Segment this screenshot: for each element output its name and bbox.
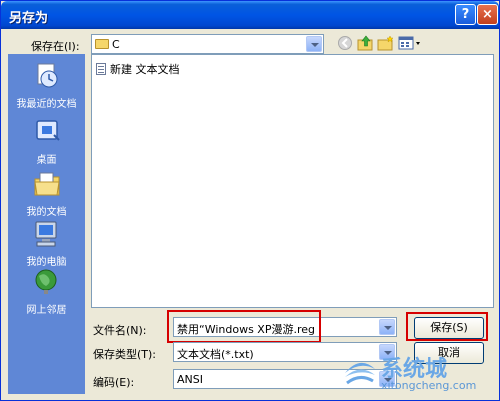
my-computer-icon — [35, 221, 56, 247]
network-icon — [35, 269, 56, 294]
place-label: 我的文档 — [26, 207, 67, 218]
place-desktop[interactable]: 桌面 — [8, 118, 85, 166]
save-in-combo[interactable]: C — [91, 34, 324, 54]
back-icon[interactable] — [337, 35, 355, 51]
filename-label: 文件名(N): — [93, 324, 147, 337]
place-label: 网上邻居 — [26, 305, 67, 316]
place-recent-documents[interactable]: 我最近的文档 — [8, 62, 85, 110]
encoding-value: ANSI — [177, 373, 203, 386]
place-label: 我最近的文档 — [16, 99, 77, 110]
dialog-title: 另存为 — [9, 11, 49, 26]
desktop-icon — [35, 120, 60, 141]
help-button[interactable]: ? — [455, 4, 476, 25]
place-my-computer[interactable]: 我的电脑 — [8, 220, 85, 268]
title-bar[interactable]: 另存为 ? × — [1, 1, 499, 29]
place-network[interactable]: 网上邻居 — [8, 268, 85, 316]
save-as-dialog: 另存为 ? × 保存在(I): C 我最近的文档 桌面 我的文档 我的电脑 网上… — [0, 0, 500, 401]
save-in-value: C — [95, 38, 120, 51]
file-name: 新建 文本文档 — [110, 63, 180, 76]
recent-docs-icon — [37, 63, 57, 88]
save-type-label: 保存类型(T): — [93, 348, 157, 361]
file-item[interactable]: 新建 文本文档 — [96, 61, 180, 77]
save-in-text: C — [112, 38, 120, 51]
encoding-label: 编码(E): — [93, 376, 135, 389]
close-button[interactable]: × — [477, 4, 498, 25]
chevron-down-icon[interactable] — [306, 36, 322, 52]
file-list[interactable]: 新建 文本文档 — [91, 54, 494, 308]
up-folder-icon[interactable] — [357, 35, 375, 51]
my-documents-icon — [33, 172, 60, 196]
folder-icon — [95, 39, 109, 49]
filename-highlight — [167, 310, 321, 343]
site-logo-icon — [345, 362, 375, 385]
save-highlight — [406, 312, 488, 341]
text-document-icon — [96, 63, 106, 75]
chevron-down-icon[interactable] — [379, 319, 395, 335]
save-type-value: 文本文档(*.txt) — [177, 348, 254, 361]
new-folder-icon[interactable] — [377, 35, 395, 51]
place-label: 我的电脑 — [26, 257, 67, 268]
place-label: 桌面 — [36, 155, 57, 166]
save-in-label: 保存在(I): — [31, 40, 80, 53]
watermark-url: xitongcheng.com — [381, 379, 477, 392]
places-bar: 我最近的文档 桌面 我的文档 我的电脑 网上邻居 — [8, 54, 85, 394]
place-my-documents[interactable]: 我的文档 — [8, 170, 85, 218]
view-menu-icon[interactable] — [398, 35, 422, 51]
watermark: 系统城 xitongcheng.com — [337, 349, 500, 401]
